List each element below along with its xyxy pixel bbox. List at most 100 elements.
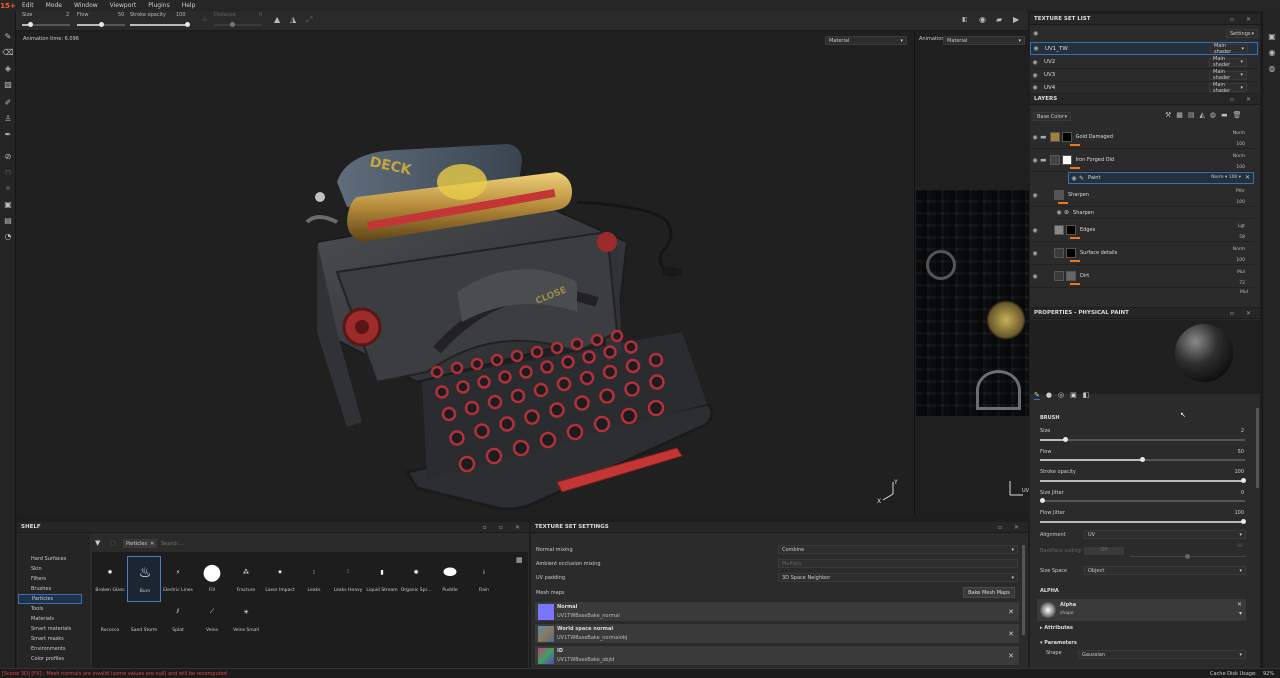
layer-row[interactable]: ◉ Sharpen Pthr 100 xyxy=(1030,184,1255,207)
layer-blend[interactable]: Norm 100 xyxy=(1233,244,1245,266)
texture-set-row[interactable]: ◉ UV3 Main shader ▾ xyxy=(1030,69,1258,82)
close-icon[interactable]: ✕ xyxy=(1008,652,1014,660)
shelf-item[interactable]: ⬬ Puddle xyxy=(433,556,467,602)
tss-scrollbar[interactable] xyxy=(1022,545,1025,635)
prop-size-slider[interactable] xyxy=(1040,437,1245,442)
layer-row[interactable]: ◉ ⊛ Sharpen xyxy=(1054,207,1254,219)
shelf-category[interactable]: Smart materials xyxy=(18,624,82,634)
menu-plugins[interactable]: Plugins xyxy=(142,2,176,9)
layer-row[interactable]: ◉ ▬ Gold Damaged Norm 100 xyxy=(1030,126,1255,149)
prop-shape-select[interactable]: Gaussian ▾ xyxy=(1078,650,1246,659)
shelf-category[interactable]: Color profiles xyxy=(18,654,82,664)
alpha-slot[interactable]: Alpha shape ✕ ▾ xyxy=(1037,599,1246,621)
menu-viewport[interactable]: Viewport xyxy=(104,2,143,9)
mirror-icon[interactable]: ◮ xyxy=(290,15,296,24)
shelf-category[interactable]: Brushes xyxy=(18,584,82,594)
panel-controls-icon[interactable]: ▫ ✕ xyxy=(998,524,1024,531)
clone-icon[interactable]: ♙ xyxy=(3,113,13,123)
mesh-map-slot[interactable]: Normal UV1TWBaseBake_normal ✕ xyxy=(534,601,1020,622)
menu-mode[interactable]: Mode xyxy=(40,2,68,9)
mesh-map-slot[interactable]: World space normal UV1TWBaseBake_normalo… xyxy=(534,623,1020,644)
lazy-mouse-icon[interactable]: ⁘ xyxy=(202,16,208,24)
shelf-item[interactable]: ⁝ Leaks xyxy=(297,556,331,602)
uv-material-select[interactable]: Material ▾ xyxy=(943,36,1025,45)
paint-brush-icon[interactable]: ✎ xyxy=(3,31,13,41)
camera-icon[interactable]: ▣ xyxy=(1267,31,1277,41)
camera-icon[interactable]: ▰ xyxy=(996,15,1002,24)
delete-icon[interactable]: 🗑 xyxy=(1233,111,1247,119)
prop-backface-slider[interactable] xyxy=(1130,554,1246,559)
close-icon[interactable]: ✕ xyxy=(1237,601,1242,608)
panel-controls-icon[interactable]: ▫ ✕ xyxy=(1230,310,1256,317)
eye-icon[interactable]: ◉ xyxy=(1030,250,1040,257)
history-icon[interactable]: ◔ xyxy=(3,231,13,241)
layer-row[interactable]: ◉ Edges Lgt 58 xyxy=(1030,219,1255,242)
shelf-category[interactable]: Tools xyxy=(18,604,82,614)
tool-distance-slider[interactable] xyxy=(214,22,262,27)
eye-icon[interactable]: ◉ xyxy=(1030,192,1040,199)
prop-sizespace-select[interactable]: Object ▾ xyxy=(1084,566,1246,575)
eye-icon[interactable]: ◉ xyxy=(1031,45,1041,52)
shelf-category[interactable]: Skin xyxy=(18,564,82,574)
close-icon[interactable]: ✕ xyxy=(1008,630,1014,638)
add-layer-icon[interactable]: ▤ xyxy=(1188,111,1200,119)
shelf-item[interactable]: ▮ Liquid Stream xyxy=(365,556,399,602)
texture-set-row[interactable]: ◉ UV1_TW Main shader ▾ xyxy=(1030,42,1258,55)
stencil-tab-icon[interactable]: ▣ xyxy=(1070,391,1077,399)
shelf-item[interactable]: ✺ Organic Spr... xyxy=(399,556,433,602)
filter-icon[interactable]: ▼ xyxy=(95,539,100,547)
grid-view-icon[interactable]: ▦ xyxy=(516,556,523,564)
close-icon[interactable]: ✕ xyxy=(150,541,154,547)
shelf-category[interactable]: Smart masks xyxy=(18,634,82,644)
eye-icon[interactable]: ◉ xyxy=(1030,134,1040,141)
eye-icon[interactable]: ◉ xyxy=(1030,84,1040,91)
prop-backface-toggle[interactable]: Off xyxy=(1084,547,1124,555)
shelf-item[interactable]: ⫶ Leaks Heavy xyxy=(331,556,365,602)
shelf-category[interactable]: Filters xyxy=(18,574,82,584)
layer-blend[interactable]: Norm 100 xyxy=(1233,151,1245,173)
viewport-2d[interactable]: Animation Material ▾ UV xyxy=(914,32,1029,516)
symmetry-icon[interactable]: ▲ xyxy=(274,15,280,24)
add-mask-icon[interactable]: ◭ xyxy=(1200,111,1210,119)
shelf-item[interactable]: Rococco xyxy=(93,596,127,642)
tool-size-slider[interactable] xyxy=(22,22,70,27)
shelf-category[interactable]: Materials xyxy=(18,614,82,624)
prop-flow-slider[interactable] xyxy=(1040,457,1245,462)
transform-icon[interactable]: ⤢ xyxy=(306,15,312,25)
screenshot-icon[interactable]: ▣ xyxy=(3,199,13,209)
search-icon[interactable]: ◌ xyxy=(110,539,116,547)
close-icon[interactable]: ✕ xyxy=(1245,174,1250,181)
layer-blend[interactable]: Norm ▾ 100 ▾ xyxy=(1211,175,1241,180)
texture-set-settings-button[interactable]: Settings ▾ xyxy=(1226,29,1258,38)
eye-icon[interactable]: ◉ xyxy=(1030,157,1040,164)
environment-icon[interactable]: ◉ xyxy=(979,15,986,24)
layer-blend[interactable]: Pthr 100 xyxy=(1236,186,1245,208)
shelf-item[interactable]: ⟋ Veins xyxy=(195,596,229,642)
mesh-map-slot[interactable]: ID UV1TWBaseBake_objid ✕ xyxy=(534,645,1020,666)
sun-icon[interactable]: ✷ xyxy=(3,183,13,193)
shelf-item[interactable]: ✳ Veins Small xyxy=(229,596,263,642)
texture-set-row[interactable]: ◉ UV2 Main shader ▾ xyxy=(1030,56,1258,69)
uv-padding-select[interactable]: 3D Space Neighbor ▾ xyxy=(778,573,1018,582)
shelf-item[interactable]: ⁞ Rain xyxy=(467,556,501,602)
shelf-item[interactable]: ⫽ Splat xyxy=(161,596,195,642)
bake-mesh-maps-button[interactable]: Bake Mesh Maps xyxy=(963,587,1015,598)
video-icon[interactable]: ▶ xyxy=(1013,15,1019,24)
shelf-search-input[interactable] xyxy=(161,539,521,548)
prop-stroke-slider[interactable] xyxy=(1040,478,1246,483)
effects-icon[interactable]: ⚒ xyxy=(1165,111,1176,119)
close-icon[interactable]: ✕ xyxy=(1008,608,1014,616)
eye-icon[interactable]: ◉ xyxy=(1030,72,1040,79)
add-effect-icon[interactable]: ◍ xyxy=(1210,111,1221,119)
eye-icon[interactable]: ◉ xyxy=(1054,209,1064,216)
panel-controls-icon[interactable]: ▫ ▫ ✕ xyxy=(483,524,525,531)
shelf-category-selected[interactable]: Particles xyxy=(18,594,82,604)
layer-row-selected[interactable]: ◉ ✎ Paint Norm ▾ 100 ▾ ✕ xyxy=(1068,172,1254,184)
layer-blend[interactable]: Norm 100 xyxy=(1233,128,1245,150)
document-icon[interactable]: ▤ xyxy=(3,215,13,225)
layer-blend[interactable]: Lgt 58 xyxy=(1238,221,1245,243)
tool-flow-slider[interactable] xyxy=(77,22,125,27)
texture-set-row[interactable]: ◉ UV4 Main shader ▾ xyxy=(1030,82,1258,94)
normal-mixing-select[interactable]: Combine ▾ xyxy=(778,545,1018,554)
shelf-category[interactable]: Hard Surfaces xyxy=(18,554,82,564)
